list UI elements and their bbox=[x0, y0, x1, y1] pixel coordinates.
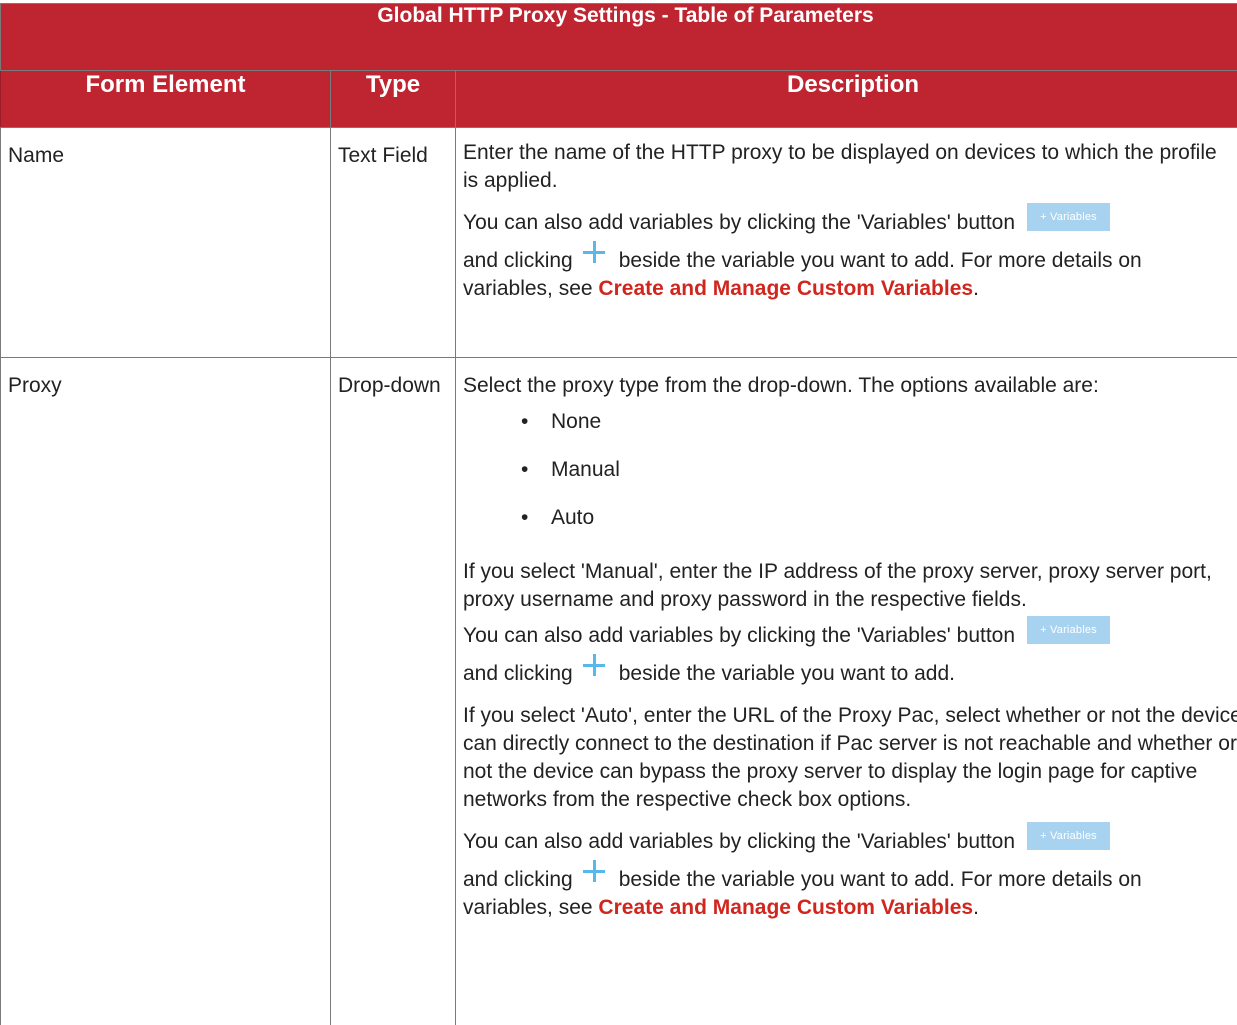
cell-form-element: Name bbox=[0, 127, 331, 358]
variables-text-b: and clicking bbox=[463, 868, 573, 891]
cell-type: Text Field bbox=[330, 127, 456, 358]
variables-text-d: variables, see bbox=[463, 896, 593, 919]
variables-text: You can also add variables by clicking t… bbox=[463, 830, 1016, 853]
variables-text-c: beside the variable you want to add. bbox=[618, 662, 955, 685]
list-item: • Manual bbox=[463, 450, 1237, 498]
parameters-table: Global HTTP Proxy Settings - Table of Pa… bbox=[0, 3, 1237, 1025]
variables-text-d: variables, see bbox=[463, 277, 593, 300]
manual-description: If you select 'Manual', enter the IP add… bbox=[463, 560, 1212, 611]
bullet: • bbox=[521, 410, 529, 433]
proxy-intro: Select the proxy type from the drop-down… bbox=[463, 374, 1099, 397]
variables-text-b: and clicking bbox=[463, 662, 573, 685]
table-row-name: Name Text Field Enter the name of the HT… bbox=[0, 127, 1237, 358]
manual-variables-paragraph: You can also add variables by clicking t… bbox=[463, 616, 1237, 650]
variables-button[interactable]: + Variables bbox=[1027, 203, 1111, 231]
type-drop-down: Drop-down bbox=[338, 374, 441, 397]
page: Global HTTP Proxy Settings - Table of Pa… bbox=[0, 0, 1237, 1025]
auto-description: If you select 'Auto', enter the URL of t… bbox=[463, 704, 1237, 811]
variables-link-line: variables, see Create and Manage Custom … bbox=[463, 275, 1237, 303]
manual-variables-line2: and clicking beside the variable you want… bbox=[463, 654, 1237, 688]
cell-type: Drop-down bbox=[330, 357, 456, 1025]
custom-variables-link[interactable]: Create and Manage Custom Variables bbox=[598, 277, 973, 300]
list-item: • None bbox=[463, 402, 1237, 450]
column-header-type: Type bbox=[330, 70, 456, 128]
custom-variables-link[interactable]: Create and Manage Custom Variables bbox=[598, 896, 973, 919]
option-none: None bbox=[551, 410, 602, 433]
bullet: • bbox=[521, 506, 529, 529]
variables-paragraph-line2: and clicking beside the variable you want… bbox=[463, 241, 1237, 275]
plus-icon bbox=[582, 654, 605, 676]
variables-text-c: beside the variable you want to add. For… bbox=[618, 868, 1142, 891]
bullet: • bbox=[521, 458, 529, 481]
auto-variables-link-line: variables, see Create and Manage Custom … bbox=[463, 894, 1237, 922]
form-element-name: Name bbox=[8, 144, 65, 167]
variables-paragraph: You can also add variables by clicking t… bbox=[463, 203, 1237, 237]
period: . bbox=[973, 277, 979, 300]
variables-button[interactable]: + Variables bbox=[1027, 616, 1111, 644]
variables-button[interactable]: + Variables bbox=[1027, 822, 1111, 850]
list-item: • Auto bbox=[463, 498, 1237, 546]
cell-description: Select the proxy type from the drop-down… bbox=[454, 357, 1237, 1025]
plus-icon bbox=[582, 241, 605, 263]
type-text-field: Text Field bbox=[338, 144, 428, 167]
column-header-form-element: Form Element bbox=[0, 70, 331, 128]
variables-text: You can also add variables by clicking t… bbox=[463, 211, 1016, 234]
table-header-row: Form Element Type Description bbox=[0, 70, 1237, 128]
form-element-proxy: Proxy bbox=[8, 374, 62, 397]
option-manual: Manual bbox=[551, 458, 620, 481]
auto-variables-paragraph: You can also add variables by clicking t… bbox=[463, 822, 1237, 856]
variables-text-c: beside the variable you want to add. For… bbox=[618, 249, 1142, 272]
description-paragraph: Enter the name of the HTTP proxy to be d… bbox=[463, 141, 1217, 192]
variables-text: You can also add variables by clicking t… bbox=[463, 624, 1016, 647]
option-auto: Auto bbox=[551, 506, 595, 529]
auto-variables-line2: and clicking beside the variable you want… bbox=[463, 860, 1237, 894]
table-title: Global HTTP Proxy Settings - Table of Pa… bbox=[0, 3, 1237, 71]
cell-description: Enter the name of the HTTP proxy to be d… bbox=[454, 127, 1237, 358]
proxy-options-list: • None • Manual • Auto bbox=[463, 402, 1237, 546]
plus-icon bbox=[582, 860, 605, 882]
table-row-proxy: Proxy Drop-down Select the proxy type fr… bbox=[0, 357, 1237, 1025]
cell-form-element: Proxy bbox=[0, 357, 331, 1025]
variables-text-b: and clicking bbox=[463, 249, 573, 272]
column-header-description: Description bbox=[454, 70, 1237, 128]
table-title-row: Global HTTP Proxy Settings - Table of Pa… bbox=[0, 3, 1237, 71]
period: . bbox=[973, 896, 979, 919]
